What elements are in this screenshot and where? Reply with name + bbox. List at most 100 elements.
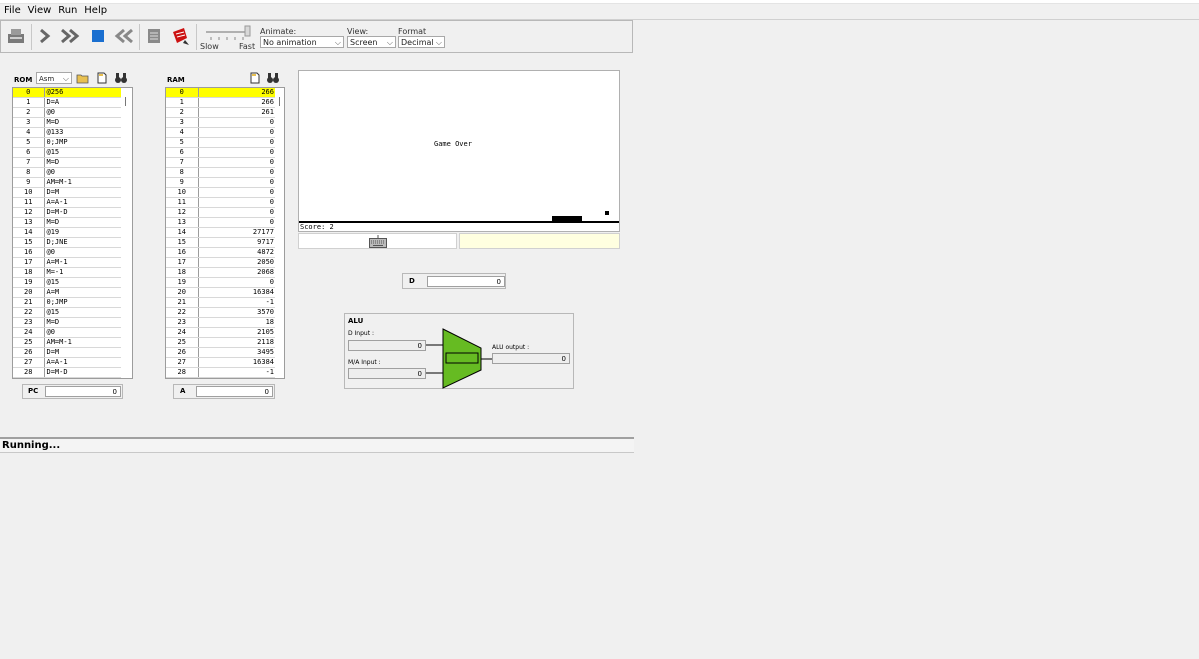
- ram-value[interactable]: 0: [198, 197, 276, 208]
- rom-row[interactable]: 3 M=D: [13, 117, 121, 128]
- load-program-icon[interactable]: [5, 25, 27, 47]
- rom-row[interactable]: 12 D=M-D: [13, 207, 121, 218]
- ram-row[interactable]: 28 -1: [166, 367, 276, 378]
- rom-row[interactable]: 14 @19: [13, 227, 121, 238]
- rom-value[interactable]: M=D: [44, 157, 121, 168]
- rom-value[interactable]: AM=M-1: [44, 337, 121, 348]
- ram-row[interactable]: 26 3495: [166, 347, 276, 358]
- rom-row[interactable]: 22 @15: [13, 307, 121, 318]
- ram-value[interactable]: 0: [198, 117, 276, 128]
- rom-row[interactable]: 26 D=M: [13, 347, 121, 358]
- rom-value[interactable]: @15: [44, 307, 121, 318]
- rom-value[interactable]: @19: [44, 227, 121, 238]
- ram-value[interactable]: 2068: [198, 267, 276, 278]
- ram-row[interactable]: 0 266: [166, 88, 276, 98]
- rom-row[interactable]: 17 A=M-1: [13, 257, 121, 268]
- ram-value[interactable]: 0: [198, 177, 276, 188]
- rom-value[interactable]: A=M: [44, 287, 121, 298]
- rom-value[interactable]: D;JNE: [44, 237, 121, 248]
- ram-row[interactable]: 16 4872: [166, 247, 276, 258]
- ram-value[interactable]: 2050: [198, 257, 276, 268]
- ram-row[interactable]: 2 261: [166, 107, 276, 118]
- rom-row[interactable]: 4 @133: [13, 127, 121, 138]
- rom-row[interactable]: 9 AM=M-1: [13, 177, 121, 188]
- find-binoculars-icon[interactable]: [266, 72, 280, 87]
- rom-value[interactable]: D=A: [44, 97, 121, 108]
- ram-value[interactable]: 2105: [198, 327, 276, 338]
- ram-value[interactable]: 0: [198, 157, 276, 168]
- rom-value[interactable]: D=M: [44, 187, 121, 198]
- rom-row[interactable]: 10 D=M: [13, 187, 121, 198]
- ram-value[interactable]: 4872: [198, 247, 276, 258]
- rom-row[interactable]: 0 @256: [13, 88, 121, 98]
- ram-row[interactable]: 10 0: [166, 187, 276, 198]
- ram-row[interactable]: 15 9717: [166, 237, 276, 248]
- rom-value[interactable]: M=D: [44, 317, 121, 328]
- rom-row[interactable]: 28 D=M-D: [13, 367, 121, 378]
- ram-row[interactable]: 80: [166, 167, 276, 178]
- rom-row[interactable]: 15 D;JNE: [13, 237, 121, 248]
- find-binoculars-icon[interactable]: [114, 72, 128, 87]
- rom-row[interactable]: 2 @0: [13, 107, 121, 118]
- ram-row[interactable]: 24 2105: [166, 327, 276, 338]
- single-step-icon[interactable]: [34, 25, 56, 47]
- ram-row[interactable]: 12 0: [166, 207, 276, 218]
- rom-value[interactable]: M=D: [44, 217, 121, 228]
- rom-row[interactable]: 24 @0: [13, 327, 121, 338]
- ram-row[interactable]: 90: [166, 177, 276, 188]
- rom-value[interactable]: AM=M-1: [44, 177, 121, 188]
- rom-value[interactable]: @0: [44, 327, 121, 338]
- rom-value[interactable]: @15: [44, 147, 121, 158]
- rom-value[interactable]: A=A-1: [44, 357, 121, 368]
- rom-row[interactable]: 18 M=-1: [13, 267, 121, 278]
- ram-row[interactable]: 70: [166, 157, 276, 168]
- rom-row[interactable]: 5 0;JMP: [13, 137, 121, 148]
- rom-row[interactable]: 13 M=D: [13, 217, 121, 228]
- script-icon[interactable]: [143, 25, 165, 47]
- rom-row[interactable]: 23 M=D: [13, 317, 121, 328]
- ram-row[interactable]: 13 0: [166, 217, 276, 228]
- rom-value[interactable]: A=M-1: [44, 257, 121, 268]
- menu-run[interactable]: Run: [58, 5, 77, 16]
- ram-row[interactable]: 40: [166, 127, 276, 138]
- rom-scrollbar[interactable]: [121, 88, 131, 378]
- ram-value[interactable]: 0: [198, 187, 276, 198]
- ram-value[interactable]: 18: [198, 317, 276, 328]
- ram-value[interactable]: 3495: [198, 347, 276, 358]
- ram-row[interactable]: 25 2118: [166, 337, 276, 348]
- new-file-icon[interactable]: [96, 72, 108, 87]
- ram-row[interactable]: 21 -1: [166, 297, 276, 308]
- new-file-icon[interactable]: [249, 72, 261, 87]
- rom-value[interactable]: M=D: [44, 117, 121, 128]
- keyboard-field[interactable]: [298, 233, 457, 249]
- ram-row[interactable]: 60: [166, 147, 276, 158]
- ram-row[interactable]: 18 2068: [166, 267, 276, 278]
- menu-help[interactable]: Help: [84, 5, 107, 16]
- ram-scrollbar[interactable]: [275, 88, 284, 378]
- rom-row[interactable]: 27 A=A-1: [13, 357, 121, 368]
- view-select[interactable]: Screen ⌵: [347, 36, 396, 48]
- rom-value[interactable]: @0: [44, 167, 121, 178]
- ram-value[interactable]: 16384: [198, 287, 276, 298]
- ram-value[interactable]: -1: [198, 297, 276, 308]
- ram-row[interactable]: 19 0: [166, 277, 276, 288]
- rom-value[interactable]: @133: [44, 127, 121, 138]
- rom-value[interactable]: @15: [44, 277, 121, 288]
- ram-value[interactable]: 3570: [198, 307, 276, 318]
- ram-row[interactable]: 1 266: [166, 97, 276, 108]
- rom-row[interactable]: 19 @15: [13, 277, 121, 288]
- ram-value[interactable]: 2118: [198, 337, 276, 348]
- ram-value[interactable]: 0: [198, 127, 276, 138]
- rewind-icon[interactable]: [113, 25, 135, 47]
- ram-row[interactable]: 50: [166, 137, 276, 148]
- ram-row[interactable]: 20 16384: [166, 287, 276, 298]
- rom-value[interactable]: @256: [44, 88, 121, 98]
- ram-value[interactable]: 16384: [198, 357, 276, 368]
- rom-row[interactable]: 20 A=M: [13, 287, 121, 298]
- ram-value[interactable]: 266: [198, 97, 276, 108]
- ram-row[interactable]: 27 16384: [166, 357, 276, 368]
- rom-value[interactable]: D=M-D: [44, 367, 121, 378]
- rom-value[interactable]: 0;JMP: [44, 297, 121, 308]
- ram-value[interactable]: 27177: [198, 227, 276, 238]
- ram-value[interactable]: 261: [198, 107, 276, 118]
